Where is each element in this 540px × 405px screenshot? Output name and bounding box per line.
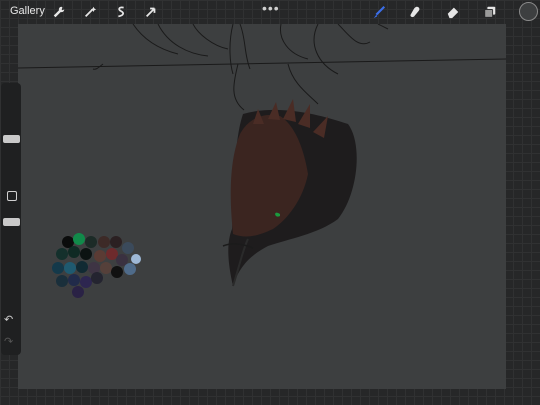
arrow-cursor-icon[interactable] [142,3,160,21]
undo-button[interactable]: ↶ [4,313,13,326]
brush-size-slider-handle[interactable] [3,135,20,143]
selection-s-icon[interactable] [112,3,130,21]
color-picker-swatch[interactable] [519,2,538,21]
sketch-lines [18,24,506,111]
wrench-icon[interactable] [50,3,68,21]
modify-button-square[interactable] [7,191,17,201]
redo-button[interactable]: ↷ [4,335,13,348]
top-toolbar: Gallery ••• [0,0,540,24]
color-swatch-cluster [52,233,141,298]
magic-wand-icon[interactable] [81,3,99,21]
gallery-button[interactable]: Gallery [10,5,45,17]
left-sidebar: ↶ ↷ [1,83,21,355]
dragon-head-painting [222,99,357,287]
eraser-icon[interactable] [444,3,462,21]
opacity-slider-handle[interactable] [3,218,20,226]
artwork-drawing [18,24,506,298]
smudge-icon[interactable] [406,3,424,21]
more-options-button[interactable]: ••• [262,0,280,16]
layers-icon[interactable] [481,3,499,21]
brush-icon[interactable] [370,3,388,21]
drawing-canvas[interactable] [18,24,506,389]
